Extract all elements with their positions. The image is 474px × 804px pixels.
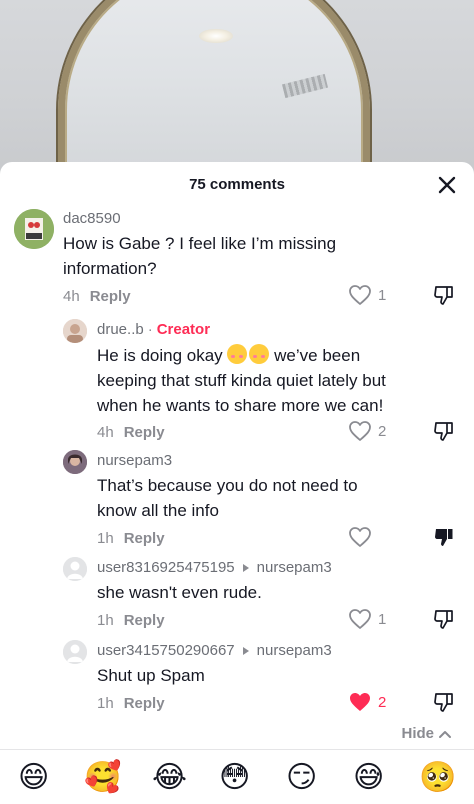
like-count: 1 (378, 610, 387, 628)
comment-time: 1h (97, 695, 114, 712)
avatar[interactable] (14, 209, 54, 249)
comment-text-line: How is Gabe ? I feel like I’m missing (63, 234, 337, 253)
heart-outline-icon (349, 609, 371, 629)
comment-text: Shut up Spam (97, 663, 457, 688)
comment-username[interactable]: dac8590 (63, 210, 121, 227)
like-button[interactable]: 2 (348, 420, 386, 442)
hide-label: Hide (401, 725, 434, 742)
like-count: 2 (378, 693, 387, 711)
like-button[interactable]: 2 (348, 691, 386, 713)
comment-username: user3415750290667 nursepam3 (97, 642, 332, 659)
dislike-button[interactable] (433, 420, 455, 447)
comment-meta: 1h Reply (97, 612, 165, 629)
comment-text-line: Shut up Spam (97, 666, 205, 685)
smiling-hearts-emoji (227, 344, 248, 364)
close-icon (438, 176, 456, 194)
comment-text-segment: He is doing okay (97, 346, 223, 365)
dislike-button[interactable] (433, 691, 455, 718)
comment-time: 4h (97, 424, 114, 441)
dislike-button[interactable] (433, 526, 455, 553)
comment-username: user8316925475195 nursepam3 (97, 559, 332, 576)
emoji-grinning[interactable]: 😄 (18, 758, 49, 798)
reply-button[interactable]: Reply (124, 424, 165, 441)
comment-text-line: keeping that stuff kinda quiet lately bu… (97, 371, 386, 390)
reply-button[interactable]: Reply (124, 695, 165, 712)
sheet-header: 75 comments (0, 162, 474, 208)
heart-outline-icon (349, 285, 371, 305)
reply-button[interactable]: Reply (90, 288, 131, 305)
comment-text-line: information? (63, 259, 157, 278)
comment-text: How is Gabe ? I feel like I’m missing in… (63, 231, 443, 281)
comment-text-line: That’s because you do not need to (97, 476, 358, 495)
comment-text: That’s because you do not need to know a… (97, 473, 457, 523)
comment-text-line: He is doing okay we’ve been (97, 343, 457, 368)
separator-dot: · (147, 321, 153, 338)
dislike-button[interactable] (433, 284, 455, 311)
hide-replies-button[interactable]: Hide (401, 725, 452, 742)
comment-text: she wasn't even rude. (97, 580, 457, 605)
close-button[interactable] (436, 174, 458, 196)
comment-meta: 1h Reply (97, 695, 165, 712)
emoji-sweat-smile[interactable]: 😅 (353, 758, 384, 798)
like-button[interactable]: 1 (348, 608, 386, 630)
comment-username[interactable]: nursepam3 (97, 452, 172, 469)
creator-username[interactable]: drue..b (97, 321, 144, 338)
like-button[interactable]: 1 (348, 284, 386, 306)
reply-button[interactable]: Reply (124, 612, 165, 629)
thumbs-down-filled-icon (435, 529, 453, 546)
avatar[interactable] (63, 319, 87, 343)
reply-username[interactable]: user3415750290667 (97, 642, 235, 659)
thumbs-down-outline-icon (434, 693, 453, 712)
heart-filled-icon (350, 693, 370, 711)
comment-text-line: she wasn't even rude. (97, 583, 262, 602)
avatar[interactable] (63, 557, 87, 581)
ceiling-light (199, 29, 233, 43)
like-count: 1 (378, 286, 387, 304)
comment-text-line: know all the info (97, 501, 219, 520)
comment-time: 1h (97, 530, 114, 547)
reply-button[interactable]: Reply (124, 530, 165, 547)
dislike-button[interactable] (433, 608, 455, 635)
comment-text-segment: we’ve been (274, 346, 361, 365)
comment-text-line: when he wants to share more we can! (97, 396, 384, 415)
smiling-hearts-emoji (249, 344, 270, 364)
reply-arrow-icon (242, 563, 249, 572)
avatar[interactable] (63, 640, 87, 664)
emoji-smiling-hearts[interactable]: 🥰 (84, 758, 121, 798)
ceiling-vent (281, 73, 329, 99)
comment-time: 4h (63, 288, 80, 305)
replied-to-username[interactable]: nursepam3 (257, 642, 332, 659)
heart-outline-icon (349, 527, 371, 547)
comments-sheet: 75 comments dac8590 How is Gabe ? I feel… (0, 162, 474, 804)
comment-meta: 1h Reply (97, 530, 165, 547)
creator-badge: Creator (156, 321, 211, 338)
mirror-image (58, 0, 370, 175)
emoji-quick-bar: 😄 🥰 😂 😳 😏 😅 🥺 (0, 749, 474, 804)
emoji-pleading[interactable]: 🥺 (419, 758, 456, 798)
reply-username[interactable]: user8316925475195 (97, 559, 235, 576)
replied-to-username[interactable]: nursepam3 (257, 559, 332, 576)
like-button[interactable] (348, 526, 378, 548)
like-count: 2 (378, 422, 387, 440)
chevron-up-icon (439, 730, 451, 738)
thumbs-down-outline-icon (434, 610, 453, 629)
emoji-flushed[interactable]: 😳 (219, 758, 250, 798)
thumbs-down-outline-icon (434, 422, 453, 441)
video-background (0, 0, 474, 175)
emoji-smirk[interactable]: 😏 (286, 758, 317, 798)
thumbs-down-outline-icon (434, 286, 453, 305)
heart-outline-icon (349, 421, 371, 441)
comment-meta: 4h Reply (63, 288, 131, 305)
comments-count-title: 75 comments (189, 176, 285, 193)
avatar[interactable] (63, 450, 87, 474)
comment-username: drue..b · Creator (97, 321, 210, 338)
emoji-joy[interactable]: 😂 (152, 758, 187, 798)
comment-meta: 4h Reply (97, 424, 165, 441)
comment-text: He is doing okay we’ve been keeping that… (97, 343, 457, 418)
reply-arrow-icon (242, 646, 249, 655)
comment-time: 1h (97, 612, 114, 629)
